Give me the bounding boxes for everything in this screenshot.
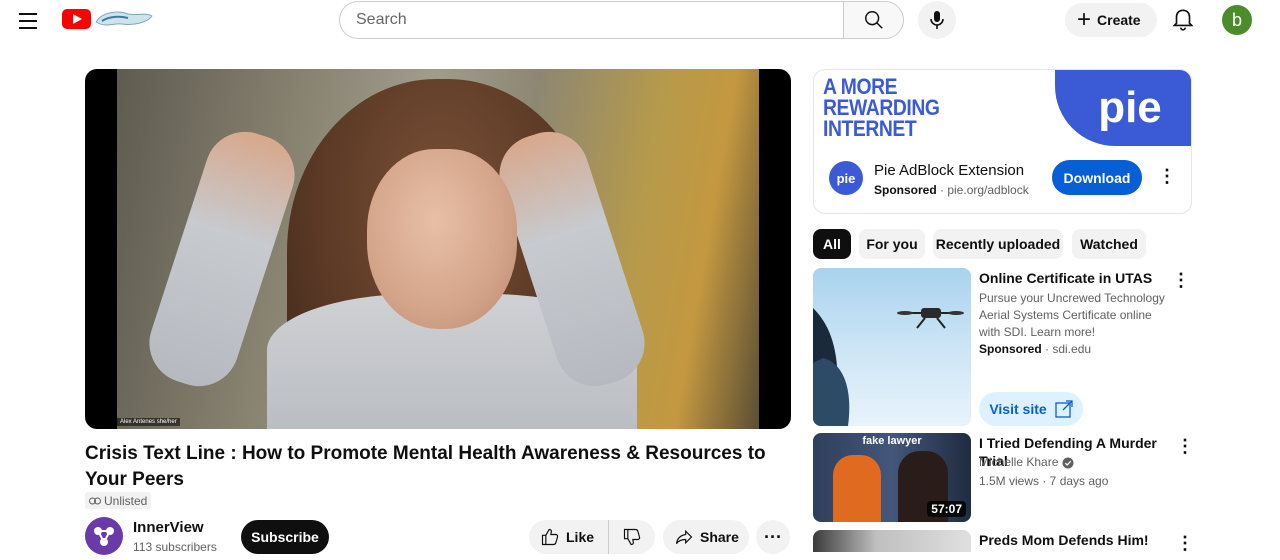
create-button[interactable]: + Create <box>1065 3 1157 37</box>
visit-site-button[interactable]: Visit site <box>979 392 1083 426</box>
video-thumbnail[interactable] <box>813 530 971 552</box>
drone-image <box>813 308 964 426</box>
rec-description: Pursue your Uncrewed Technology Aerial S… <box>979 291 1165 339</box>
video-thumbnail[interactable]: fake lawyer 57:07 <box>813 433 971 522</box>
voice-search-button[interactable] <box>918 1 956 39</box>
notifications-icon[interactable] <box>1170 7 1196 33</box>
menu-icon[interactable] <box>19 10 41 30</box>
sponsored-label: Sponsored <box>874 183 937 197</box>
chip-recently-uploaded[interactable]: Recently uploaded <box>933 229 1063 259</box>
channel-name[interactable]: InnerView <box>133 519 204 536</box>
rec-views-age: 1.5M views · 7 days ago <box>979 474 1109 488</box>
video-name-overlay: Alex Antenes she/her <box>117 418 180 426</box>
link-icon <box>89 497 101 504</box>
more-actions-button[interactable]: ··· <box>756 520 790 554</box>
search-button[interactable] <box>843 1 904 39</box>
youtube-logo[interactable] <box>62 8 154 30</box>
microphone-icon <box>930 11 944 29</box>
more-vert-icon[interactable]: ⋮ <box>1158 166 1176 188</box>
video-player[interactable]: Alex Antenes she/her <box>85 69 791 429</box>
ad-headline-line: A MORE <box>823 74 898 99</box>
rec-channel[interactable]: Michelle Khare <box>979 454 1058 471</box>
ad-meta: Sponsored · pie.org/adblock <box>874 183 1029 197</box>
rec-channel-row: Michelle Khare <box>979 454 1074 471</box>
sponsored-thumbnail[interactable] <box>813 268 971 426</box>
ad-card[interactable]: A MORE REWARDING INTERNET pie pie Pie Ad… <box>813 69 1192 214</box>
more-vert-icon[interactable]: ⋮ <box>1176 533 1194 554</box>
thumbnail-figure <box>833 455 881 522</box>
ad-headline-line: INTERNET <box>823 116 917 141</box>
ad-brand-logo: pie <box>1055 70 1191 146</box>
chip-watched[interactable]: Watched <box>1072 229 1146 259</box>
rec-sponsored-meta: Sponsored · sdi.edu <box>979 342 1092 356</box>
subscribe-button[interactable]: Subscribe <box>241 520 329 554</box>
like-label: Like <box>566 529 595 545</box>
video-frame <box>117 69 759 429</box>
create-label: Create <box>1097 12 1141 28</box>
ad-advertiser-logo: pie <box>829 161 863 195</box>
more-vert-icon[interactable]: ⋮ <box>1176 436 1194 457</box>
search-icon <box>864 11 883 29</box>
channel-logo-icon <box>94 527 114 546</box>
share-label: Share <box>700 529 739 545</box>
account-avatar[interactable]: b <box>1222 5 1252 35</box>
duration-badge: 57:07 <box>927 501 966 517</box>
rec-title[interactable]: Preds Mom Defends Him! <box>979 531 1169 549</box>
rec-title[interactable]: Online Certificate in UTAS <box>979 269 1159 287</box>
dislike-button[interactable] <box>609 520 655 554</box>
ad-advertiser-name[interactable]: Pie AdBlock Extension <box>874 162 1024 179</box>
video-title: Crisis Text Line : How to Promote Mental… <box>85 443 766 490</box>
thumbs-down-icon <box>623 528 641 546</box>
download-button[interactable]: Download <box>1052 160 1142 195</box>
unlisted-badge: Unlisted <box>85 492 152 509</box>
unlisted-label: Unlisted <box>104 493 148 508</box>
plus-icon: + <box>1077 6 1092 33</box>
ad-headline: A MORE REWARDING INTERNET <box>823 74 940 141</box>
video-subject-face <box>367 149 517 329</box>
share-button[interactable]: Share <box>663 520 749 554</box>
thumbs-up-icon <box>541 528 559 546</box>
rec-domain: sdi.edu <box>1052 342 1092 356</box>
thumbnail-caption: fake lawyer <box>862 435 922 447</box>
like-button[interactable]: Like <box>529 520 609 554</box>
like-dislike-group: Like <box>529 520 655 554</box>
chip-all[interactable]: All <box>813 229 851 259</box>
chip-for-you[interactable]: For you <box>859 229 925 259</box>
channel-avatar[interactable] <box>85 517 123 555</box>
visit-site-label: Visit site <box>989 401 1047 417</box>
external-link-icon <box>1055 400 1073 418</box>
verified-icon <box>1062 457 1074 468</box>
ad-headline-line: REWARDING <box>823 95 940 120</box>
search-input[interactable] <box>339 1 844 39</box>
share-icon <box>675 529 693 545</box>
more-vert-icon[interactable]: ⋮ <box>1172 270 1190 291</box>
sponsored-label: Sponsored <box>979 342 1042 356</box>
ad-domain: pie.org/adblock <box>947 183 1029 197</box>
